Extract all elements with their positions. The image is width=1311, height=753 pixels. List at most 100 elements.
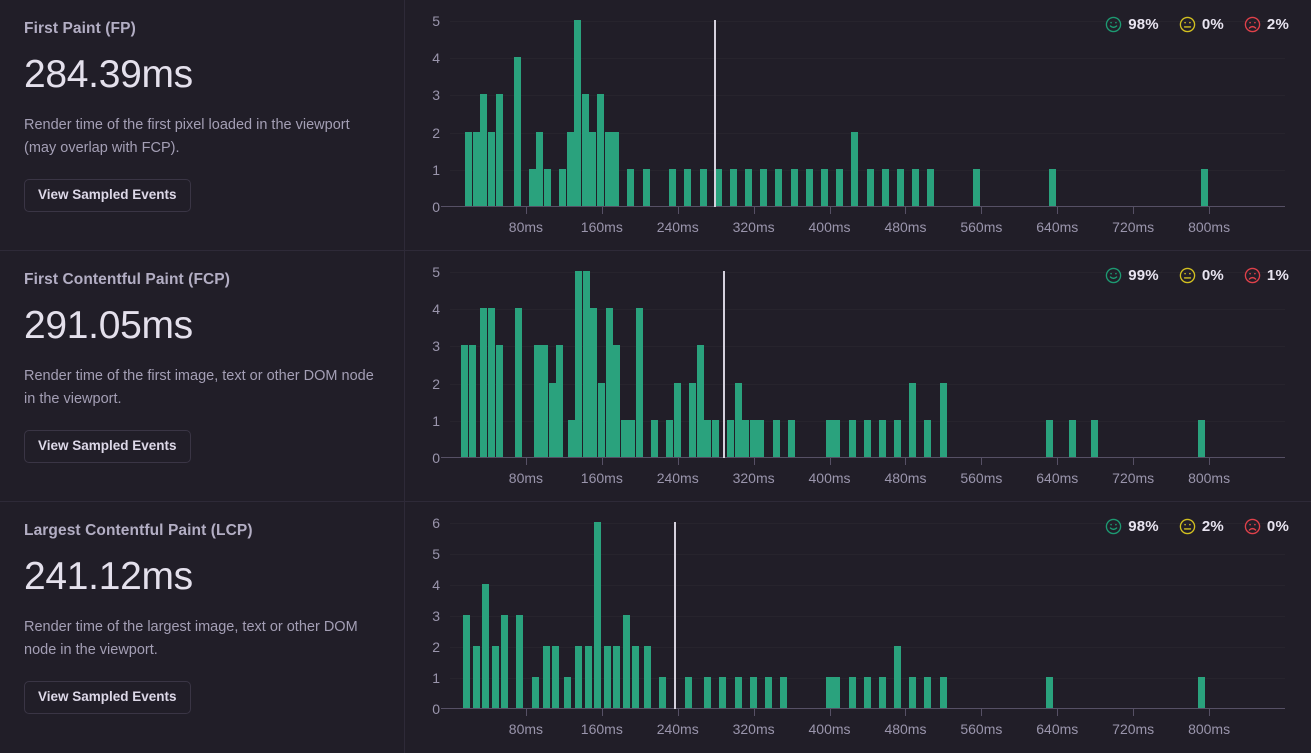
histogram-bar[interactable] bbox=[836, 168, 844, 206]
histogram-bar[interactable] bbox=[480, 94, 488, 206]
histogram-bar[interactable] bbox=[734, 382, 742, 457]
histogram-bar[interactable] bbox=[468, 345, 476, 457]
histogram-bar[interactable] bbox=[563, 677, 571, 708]
histogram-bar[interactable] bbox=[620, 419, 628, 457]
histogram-bar[interactable] bbox=[622, 615, 630, 708]
histogram-bar[interactable] bbox=[581, 94, 589, 206]
histogram-bar[interactable] bbox=[821, 168, 828, 206]
histogram-bar[interactable] bbox=[598, 382, 606, 457]
histogram-bar[interactable] bbox=[597, 94, 605, 206]
histogram-bar[interactable] bbox=[514, 308, 522, 457]
histogram-bar[interactable] bbox=[1197, 419, 1205, 457]
histogram-bar[interactable] bbox=[612, 131, 620, 206]
histogram-bar[interactable] bbox=[495, 94, 503, 206]
histogram-bar[interactable] bbox=[1200, 168, 1208, 206]
histogram-bar[interactable] bbox=[604, 131, 612, 206]
histogram-bar[interactable] bbox=[704, 419, 712, 457]
histogram-bar[interactable] bbox=[927, 168, 935, 206]
histogram-bar[interactable] bbox=[582, 271, 590, 457]
histogram-bar[interactable] bbox=[627, 168, 635, 206]
histogram-bar[interactable] bbox=[584, 646, 592, 708]
histogram-bar[interactable] bbox=[658, 677, 666, 708]
histogram-bar[interactable] bbox=[632, 646, 640, 708]
histogram-bar[interactable] bbox=[533, 345, 541, 457]
histogram-bar[interactable] bbox=[480, 308, 488, 457]
histogram-bar[interactable] bbox=[635, 308, 643, 457]
histogram-bar[interactable] bbox=[666, 419, 674, 457]
histogram-bar[interactable] bbox=[696, 345, 704, 457]
histogram-bar[interactable] bbox=[575, 646, 583, 708]
histogram-bar[interactable] bbox=[465, 131, 473, 206]
histogram-bar[interactable] bbox=[516, 615, 524, 708]
histogram-bar[interactable] bbox=[863, 677, 871, 708]
histogram-bar[interactable] bbox=[765, 677, 773, 708]
histogram-bar[interactable] bbox=[531, 677, 539, 708]
histogram-bar[interactable] bbox=[536, 131, 544, 206]
histogram-bar[interactable] bbox=[939, 382, 947, 457]
histogram-bar[interactable] bbox=[575, 271, 583, 457]
histogram-bar[interactable] bbox=[501, 615, 509, 708]
histogram-bar[interactable] bbox=[833, 419, 841, 457]
histogram-bar[interactable] bbox=[461, 345, 469, 457]
histogram-bar[interactable] bbox=[491, 646, 499, 708]
histogram-bar[interactable] bbox=[541, 345, 549, 457]
histogram-bar[interactable] bbox=[851, 131, 859, 206]
histogram-bar[interactable] bbox=[487, 131, 495, 206]
histogram-bar[interactable] bbox=[894, 646, 902, 708]
histogram-bar[interactable] bbox=[673, 382, 681, 457]
histogram-bar[interactable] bbox=[719, 677, 727, 708]
histogram-bar[interactable] bbox=[749, 677, 757, 708]
histogram-bar[interactable] bbox=[472, 646, 480, 708]
histogram-bar[interactable] bbox=[749, 419, 757, 457]
histogram-bar[interactable] bbox=[924, 419, 932, 457]
histogram-bar[interactable] bbox=[878, 677, 886, 708]
histogram-bar[interactable] bbox=[642, 168, 650, 206]
histogram-bar[interactable] bbox=[567, 419, 575, 457]
view-sampled-events-button[interactable]: View Sampled Events bbox=[24, 681, 191, 715]
histogram-bar[interactable] bbox=[742, 419, 750, 457]
histogram-bar[interactable] bbox=[689, 382, 697, 457]
histogram-bar[interactable] bbox=[833, 677, 841, 708]
histogram-bar[interactable] bbox=[605, 308, 613, 457]
view-sampled-events-button[interactable]: View Sampled Events bbox=[24, 179, 191, 213]
histogram-bar[interactable] bbox=[543, 168, 551, 206]
histogram-bar[interactable] bbox=[628, 419, 636, 457]
histogram-bar[interactable] bbox=[848, 419, 856, 457]
histogram-bar[interactable] bbox=[542, 646, 550, 708]
histogram-bar[interactable] bbox=[866, 168, 874, 206]
histogram-bar[interactable] bbox=[1068, 419, 1076, 457]
histogram-bar[interactable] bbox=[972, 168, 980, 206]
histogram-bar[interactable] bbox=[727, 419, 735, 457]
histogram-bar[interactable] bbox=[685, 677, 693, 708]
histogram-bar[interactable] bbox=[775, 168, 783, 206]
histogram-bar[interactable] bbox=[924, 677, 932, 708]
histogram-bar[interactable] bbox=[745, 168, 753, 206]
histogram-bar[interactable] bbox=[495, 345, 503, 457]
histogram-bar[interactable] bbox=[881, 168, 889, 206]
histogram-bar[interactable] bbox=[1048, 168, 1056, 206]
histogram-bar[interactable] bbox=[589, 131, 597, 206]
histogram-bar[interactable] bbox=[556, 345, 564, 457]
histogram-bar[interactable] bbox=[790, 168, 798, 206]
histogram-bar[interactable] bbox=[780, 677, 788, 708]
histogram-bar[interactable] bbox=[590, 308, 598, 457]
histogram-bar[interactable] bbox=[643, 646, 651, 708]
histogram-bar[interactable] bbox=[1045, 677, 1053, 708]
histogram-bar[interactable] bbox=[1091, 419, 1099, 457]
histogram-bar[interactable] bbox=[513, 57, 521, 206]
histogram-bar[interactable] bbox=[566, 131, 574, 206]
histogram-bar[interactable] bbox=[711, 419, 719, 457]
histogram-bar[interactable] bbox=[787, 419, 795, 457]
histogram-bar[interactable] bbox=[825, 677, 833, 708]
histogram-bar[interactable] bbox=[574, 20, 582, 206]
histogram-bar[interactable] bbox=[825, 419, 833, 457]
view-sampled-events-button[interactable]: View Sampled Events bbox=[24, 430, 191, 464]
histogram-bar[interactable] bbox=[552, 646, 560, 708]
histogram-bar[interactable] bbox=[734, 677, 742, 708]
histogram-bar[interactable] bbox=[528, 168, 536, 206]
histogram-bar[interactable] bbox=[848, 677, 856, 708]
histogram-bar[interactable] bbox=[878, 419, 886, 457]
histogram-bar[interactable] bbox=[760, 168, 768, 206]
histogram-bar[interactable] bbox=[603, 646, 611, 708]
histogram-bar[interactable] bbox=[651, 419, 659, 457]
